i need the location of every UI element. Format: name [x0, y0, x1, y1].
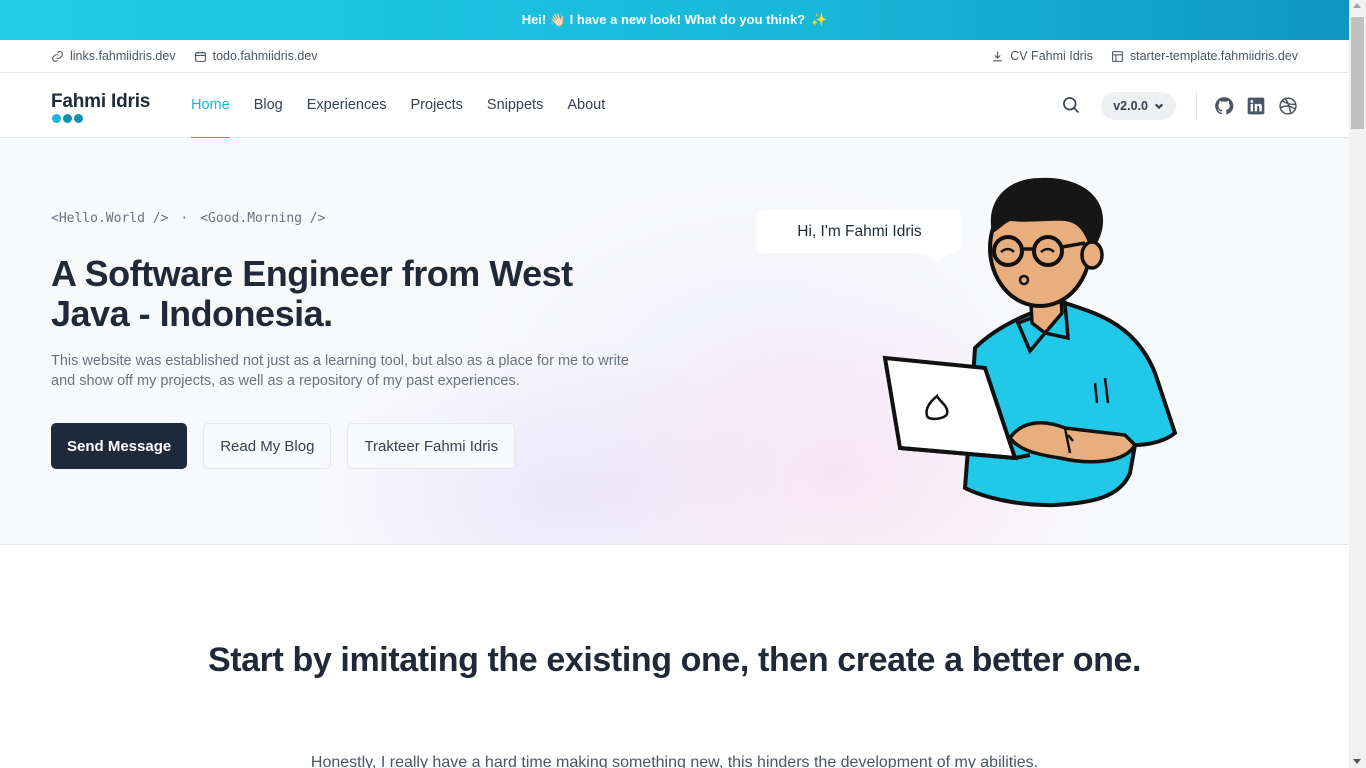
page: Hei! 👋🏻 I have a new look! What do you t… [0, 0, 1349, 768]
announcement-bar[interactable]: Hei! 👋🏻 I have a new look! What do you t… [0, 0, 1349, 40]
nav-item-about[interactable]: About [567, 73, 605, 138]
nav-divider [1196, 91, 1197, 120]
page-scrollbar[interactable] [1349, 0, 1366, 768]
starter-template-link[interactable]: starter-template.fahmiidris.dev [1111, 49, 1298, 63]
top-links-right: CV Fahmi Idris starter-template.fahmiidr… [991, 49, 1298, 63]
scroll-thumb[interactable] [1351, 17, 1364, 129]
links-site-label: links.fahmiidris.dev [70, 49, 176, 63]
cv-download-label: CV Fahmi Idris [1010, 49, 1093, 63]
developer-illustration [882, 177, 1178, 508]
linkedin-icon [1247, 97, 1265, 114]
link-icon [52, 50, 63, 62]
send-message-button[interactable]: Send Message [51, 423, 188, 469]
links-site-link[interactable]: links.fahmiidris.dev [51, 49, 176, 63]
hero-buttons: Send Message Read My Blog Trakteer Fahmi… [51, 423, 516, 469]
logo-text: Fahmi Idris [51, 91, 151, 112]
top-links-left: links.fahmiidris.dev todo.fahmiidris.dev [51, 49, 318, 63]
nav-item-snippets[interactable]: Snippets [487, 73, 543, 138]
version-selector[interactable]: v2.0.0 [1101, 91, 1176, 120]
nav-item-experiences[interactable]: Experiences [307, 73, 387, 138]
search-icon [1063, 96, 1080, 113]
sparkles-icon: ✨ [811, 12, 828, 27]
main-nav: Fahmi Idris Home Blog Experiences Projec… [0, 73, 1349, 139]
template-icon [1111, 50, 1123, 62]
nav-right: v2.0.0 [1061, 73, 1298, 138]
greeting-separator: · [180, 211, 189, 226]
chevron-down-icon [1154, 103, 1164, 109]
greeting-line: <Hello.World /> · <Good.Morning /> [51, 211, 325, 226]
todo-site-label: todo.fahmiidris.dev [212, 49, 318, 63]
search-button[interactable] [1061, 95, 1083, 117]
trakteer-button[interactable]: Trakteer Fahmi Idris [347, 423, 516, 469]
scroll-down-arrow-icon[interactable] [1353, 759, 1361, 764]
nav-item-projects[interactable]: Projects [411, 73, 463, 138]
dribbble-link[interactable] [1278, 96, 1298, 116]
calendar-icon [194, 51, 206, 62]
github-icon [1215, 96, 1234, 114]
linkedin-link[interactable] [1246, 96, 1266, 116]
hero-description: This website was established not just as… [51, 353, 629, 389]
starter-template-label: starter-template.fahmiidris.dev [1129, 49, 1298, 63]
scroll-up-arrow-icon[interactable] [1353, 3, 1361, 8]
greeting-morning: <Good.Morning /> [200, 211, 326, 226]
hero-section: <Hello.World /> · <Good.Morning /> A Sof… [0, 138, 1349, 545]
github-link[interactable] [1214, 96, 1234, 116]
nav-item-home[interactable]: Home [191, 73, 230, 139]
dribbble-icon [1279, 96, 1297, 115]
todo-site-link[interactable]: todo.fahmiidris.dev [194, 49, 318, 63]
download-icon [993, 51, 1003, 61]
read-blog-button[interactable]: Read My Blog [203, 423, 332, 469]
site-logo[interactable]: Fahmi Idris [51, 85, 191, 125]
social-links [1214, 96, 1298, 116]
version-label: v2.0.0 [1113, 98, 1148, 113]
top-links-bar: links.fahmiidris.dev todo.fahmiidris.dev… [0, 40, 1349, 73]
cv-download-link[interactable]: CV Fahmi Idris [991, 49, 1093, 63]
nav-item-blog[interactable]: Blog [254, 73, 283, 138]
section-title: Start by imitating the existing one, the… [207, 641, 1142, 679]
nav-menu: Home Blog Experiences Projects Snippets … [191, 73, 605, 139]
announcement-text: Hei! 👋🏻 I have a new look! What do you t… [521, 12, 806, 27]
greeting-hello: <Hello.World /> [51, 211, 169, 226]
hero-title: A Software Engineer from West Java - Ind… [51, 253, 573, 334]
logo-dots [52, 114, 83, 123]
section-text: Honestly, I really have a hard time maki… [310, 754, 1039, 768]
